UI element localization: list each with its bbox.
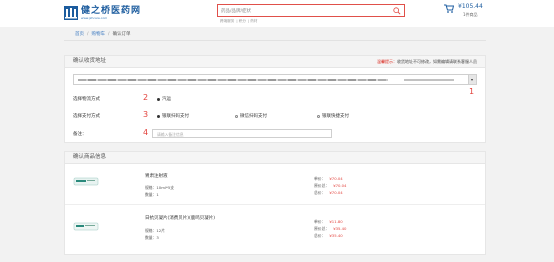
cart-count: 1件商品 [463,12,478,17]
remark-label: 备注： [73,132,87,137]
annotation-1: 1 [469,87,475,96]
product-name[interactable]: 胃肃注射液 [145,173,168,179]
breadcrumb-home[interactable]: 首页 [75,32,84,37]
radio-selected-icon[interactable] [157,97,160,101]
divider [65,204,485,205]
unit-price-row: 单价： ¥11.80 [314,219,343,224]
cart-icon[interactable] [444,4,454,13]
address-text-redacted [404,79,454,81]
breadcrumb-current: 确认订单 [112,32,131,37]
logo-icon [64,6,78,20]
product-qty: 数量：3 [145,235,159,240]
address-hint: 温馨提示：收货地址不可修改，如需编辑请联系客服人员 [377,56,477,67]
hot-links: 跨境服务 | 积分 | 药材 [220,19,258,23]
address-text-redacted [78,79,388,81]
product-image[interactable] [73,175,99,188]
cost-row: 原价总： ¥70.04 [314,183,347,188]
hot-link[interactable]: 跨境服务 [220,19,234,23]
search-icon[interactable] [393,7,401,15]
address-header: 确认收货地址 温馨提示：收货地址不可修改，如需编辑请联系客服人员 [65,56,485,68]
payment-label: 选择支付方式 [73,114,100,119]
site-logo[interactable]: 健之桥医药网 www.jzhcare.com [64,4,141,22]
payment-option-wechat-qr[interactable]: 微信扫码支付 [235,113,267,119]
radio-selected-icon[interactable] [157,114,160,118]
cost-row: 原价总： ¥35.40 [314,226,347,231]
search-box[interactable]: 药品/品牌/症状 [217,4,405,17]
annotation-3: 3 [143,110,149,119]
logistics-option-truck[interactable]: 汽运 [157,96,171,102]
payment-option-unionpay-quick[interactable]: 银联快捷支付 [317,113,349,119]
breadcrumb-cart[interactable]: 购物车 [92,32,106,37]
products-title: 确认商品信息 [73,154,107,160]
divider [64,40,486,41]
remark-input[interactable]: 请输入备注信息 [152,129,332,138]
hint-prefix: 温馨提示： [377,59,397,64]
annotation-2: 2 [143,93,149,102]
chevron-down-icon[interactable] [468,75,476,84]
total-row: 总价： ¥35.40 [314,233,343,238]
total-row: 总价： ¥70.04 [314,190,343,195]
remark-placeholder: 请输入备注信息 [157,131,184,137]
product-image[interactable] [73,220,99,233]
unit-price-row: 单价： ¥70.04 [314,176,343,181]
hint-text: 收货地址不可修改，如需编辑请联系客服人员 [397,59,477,64]
hot-link[interactable]: 药材 [250,19,257,23]
hot-link[interactable]: 积分 [239,19,246,23]
address-title: 确认收货地址 [73,58,107,64]
product-qty: 数量：1 [145,192,159,197]
products-header: 确认商品信息 [65,152,485,164]
radio-icon[interactable] [317,114,320,118]
logistics-label: 选择物流方式 [73,97,100,102]
site-header: 健之桥医药网 www.jzhcare.com 药品/品牌/症状 跨境服务 | 积分… [0,0,554,27]
cart-total: ¥105.44 [458,3,483,10]
product-spec: 规格：10ml*5支 [145,185,175,190]
product-spec: 规格：12片 [145,228,166,233]
annotation-4: 4 [143,128,149,137]
payment-option-unionpay-qr[interactable]: 银联扫码支付 [157,113,189,119]
radio-icon[interactable] [235,114,238,118]
breadcrumb: 首页 / 购物车 / 确认订单 [75,32,131,37]
product-name[interactable]: 日抗贝凝片(消费贝片)(鹿鸣贝凝片) [145,215,215,221]
address-select[interactable] [73,74,477,85]
search-input[interactable]: 药品/品牌/症状 [221,8,251,14]
brand-url: www.jzhcare.com [81,16,108,20]
product-confirm-panel: 确认商品信息 胃肃注射液 规格：10ml*5支 数量：1 单价： ¥70.04 原… [64,151,486,255]
brand-name: 健之桥医药网 [81,6,142,16]
